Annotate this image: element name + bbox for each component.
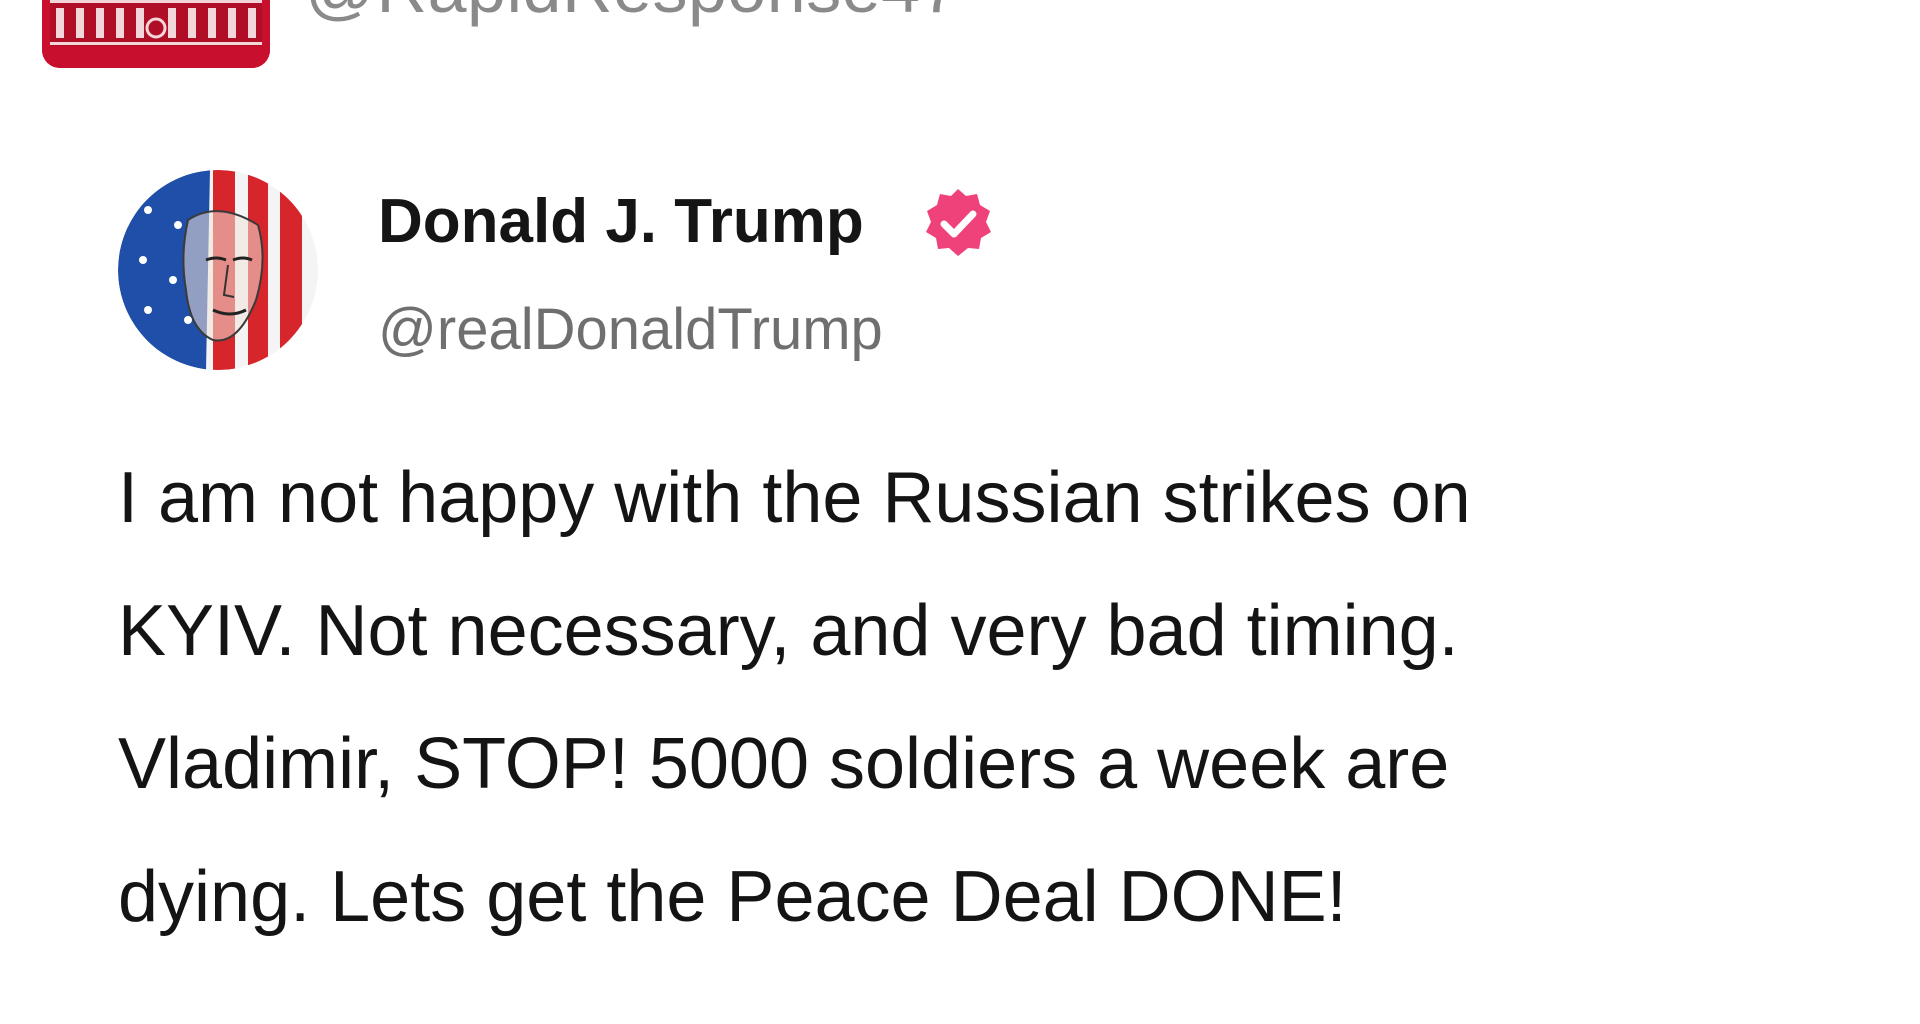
post-text-line: I am not happy with the Russian strikes … <box>118 458 1471 538</box>
author-avatar[interactable] <box>118 170 318 370</box>
author-display-name[interactable]: Donald J. Trump <box>378 186 864 257</box>
flag-portrait-avatar-icon <box>118 170 318 370</box>
post-text-line: KYIV. Not necessary, and very bad timing… <box>118 591 1459 671</box>
post-screenshot: @RapidResponse47 <box>0 0 1920 1024</box>
post-text-line: Vladimir, STOP! 5000 soldiers a week are <box>118 724 1450 804</box>
post-text-line: dying. Lets get the Peace Deal DONE! <box>118 857 1347 937</box>
retweeter-handle[interactable]: @RapidResponse47 <box>305 0 960 28</box>
author-handle[interactable]: @realDonaldTrump <box>378 296 883 363</box>
retweeter-avatar[interactable] <box>42 0 270 68</box>
verified-badge-icon <box>920 186 996 262</box>
post-body: I am not happy with the Russian strikes … <box>118 432 1878 964</box>
white-house-building-icon <box>42 0 270 68</box>
